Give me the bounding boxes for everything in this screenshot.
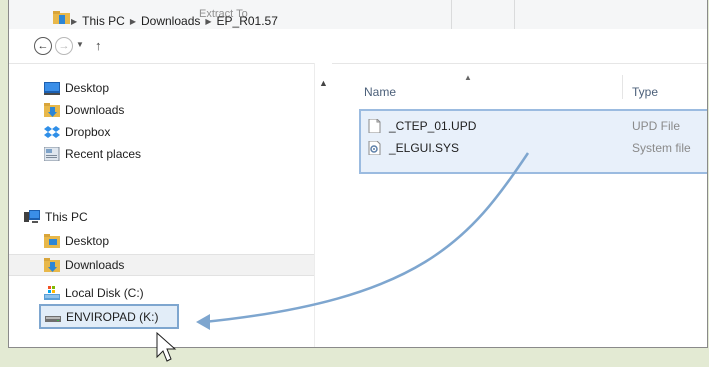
drag-arrow-icon	[203, 152, 530, 324]
mouse-cursor-icon	[156, 331, 177, 362]
arrowhead-icon	[196, 314, 210, 330]
drag-arrow-overlay	[156, 152, 530, 362]
